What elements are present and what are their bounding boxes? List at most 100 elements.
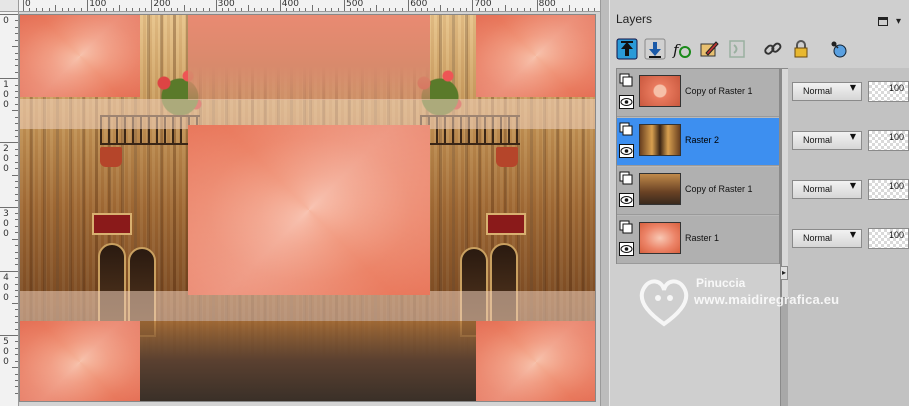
ruler-label: 100: [89, 0, 107, 9]
visibility-eye-icon[interactable]: [619, 193, 634, 207]
layer-thumbnail[interactable]: [639, 75, 681, 107]
ruler-minor-tick: [510, 8, 512, 11]
layer-icons: [619, 122, 635, 162]
ruler-minor-tick: [112, 8, 114, 11]
ruler-minor-tick: [15, 123, 18, 125]
vertical-ruler[interactable]: 0 1 0 0 2 0 0 3 0 0 4 0 0 5 0 0: [0, 12, 19, 406]
ruler-minor-tick: [498, 8, 500, 11]
dropdown-arrow-icon: ▼: [849, 132, 856, 141]
layer-icons: [619, 73, 635, 113]
salmon-tile-top-right: [476, 15, 595, 97]
ruler-minor-tick: [581, 8, 583, 11]
ruler-minor-tick: [15, 283, 18, 285]
horizontal-ruler[interactable]: 0 100 200 300 400 500 600 700 800: [19, 0, 600, 12]
canvas-area[interactable]: 0 100 200 300 400 500 600 700 800 0 1 0 0 2 0 0 3 0…: [0, 0, 600, 406]
ruler-label: 300: [217, 0, 235, 9]
ruler-label: 0: [3, 16, 9, 26]
fx-icon: f: [672, 41, 691, 59]
ruler-minor-tick: [594, 8, 596, 11]
ruler-minor-tick: [15, 360, 18, 362]
ruler-minor-tick: [427, 8, 429, 11]
layer-type-icon[interactable]: [619, 73, 633, 87]
lock-button[interactable]: [790, 38, 812, 60]
ruler-minor-tick: [311, 5, 313, 11]
ruler-minor-tick: [35, 8, 37, 11]
layer-name[interactable]: Raster 2: [685, 135, 719, 145]
ruler-minor-tick: [183, 5, 185, 11]
layer-name[interactable]: Copy of Raster 1: [685, 86, 753, 96]
layer-name[interactable]: Copy of Raster 1: [685, 184, 753, 194]
ruler-major-tick: [0, 142, 18, 144]
ruler-minor-tick: [15, 97, 18, 99]
layer-list-scrollbar[interactable]: [780, 68, 789, 406]
visibility-eye-icon[interactable]: [619, 144, 634, 158]
layer-thumbnail[interactable]: [639, 173, 681, 205]
maximize-icon[interactable]: [878, 17, 888, 26]
ruler-minor-tick: [12, 174, 18, 176]
opacity-value: 100: [888, 132, 904, 142]
layer-type-icon[interactable]: [619, 220, 633, 234]
ruler-minor-tick: [568, 5, 570, 11]
layer-thumbnail[interactable]: [639, 222, 681, 254]
ruler-minor-tick: [55, 5, 57, 11]
image-canvas[interactable]: [19, 14, 596, 402]
ruler-major-tick: [344, 0, 345, 11]
panel-header: Layers ▾: [610, 8, 909, 34]
move-layer-down-button[interactable]: [644, 38, 666, 60]
ruler-label: 4 0 0: [3, 272, 9, 303]
blend-mode-dropdown[interactable]: Normal ▼: [792, 229, 862, 248]
link-button[interactable]: [762, 38, 784, 60]
ruler-minor-tick: [15, 180, 18, 182]
new-layer-icon: [831, 41, 847, 58]
move-layer-up-button[interactable]: [616, 38, 638, 60]
ruler-minor-tick: [414, 8, 416, 11]
edit-properties-button[interactable]: [698, 38, 720, 60]
ruler-minor-tick: [170, 8, 172, 11]
panel-separator[interactable]: [600, 0, 610, 406]
opacity-field[interactable]: 100: [868, 228, 909, 249]
ruler-minor-tick: [324, 8, 326, 11]
opacity-field[interactable]: 100: [868, 179, 909, 200]
ruler-minor-tick: [15, 219, 18, 221]
layer-name[interactable]: Raster 1: [685, 233, 719, 243]
ruler-minor-tick: [15, 135, 18, 137]
opacity-field[interactable]: 100: [868, 130, 909, 151]
ruler-minor-tick: [100, 8, 102, 11]
blend-mode-dropdown[interactable]: Normal ▼: [792, 180, 862, 199]
panel-title: Layers: [616, 12, 653, 26]
opacity-field[interactable]: 100: [868, 81, 909, 102]
ruler-minor-tick: [530, 8, 532, 11]
layer-thumbnail[interactable]: [639, 124, 681, 156]
ruler-minor-tick: [543, 8, 545, 11]
ruler-minor-tick: [15, 341, 18, 343]
layer-properties-row: Normal ▼ 100: [788, 215, 909, 263]
ruler-minor-tick: [12, 238, 18, 240]
mask-button[interactable]: [726, 38, 748, 60]
ruler-minor-tick: [376, 5, 378, 11]
layer-row[interactable]: Raster 1: [617, 216, 779, 264]
visibility-eye-icon[interactable]: [619, 242, 634, 256]
ruler-minor-tick: [119, 5, 121, 11]
blend-mode-dropdown[interactable]: Normal ▼: [792, 131, 862, 150]
layer-type-icon[interactable]: [619, 122, 633, 136]
layer-row[interactable]: Raster 2: [617, 118, 779, 166]
watermark-url: www.maidiregrafica.eu: [694, 292, 840, 307]
fx-button[interactable]: f: [670, 38, 692, 60]
ruler-minor-tick: [247, 5, 249, 11]
ruler-label: 2 0 0: [3, 144, 9, 175]
opacity-value: 100: [888, 83, 904, 93]
layer-icons: [619, 171, 635, 211]
ruler-minor-tick: [15, 84, 18, 86]
flower-pot: [100, 147, 122, 167]
ruler-minor-tick: [15, 315, 18, 317]
layer-row[interactable]: Copy of Raster 1: [617, 167, 779, 215]
layer-type-icon[interactable]: [619, 171, 633, 185]
visibility-eye-icon[interactable]: [619, 95, 634, 109]
blend-mode-dropdown[interactable]: Normal ▼: [792, 82, 862, 101]
ruler-minor-tick: [266, 8, 268, 11]
layer-row[interactable]: Copy of Raster 1: [617, 69, 779, 117]
new-layer-button[interactable]: [828, 38, 850, 60]
panel-menu-icon[interactable]: ▾: [896, 16, 901, 27]
ruler-minor-tick: [15, 187, 18, 189]
ruler-minor-tick: [15, 161, 18, 163]
